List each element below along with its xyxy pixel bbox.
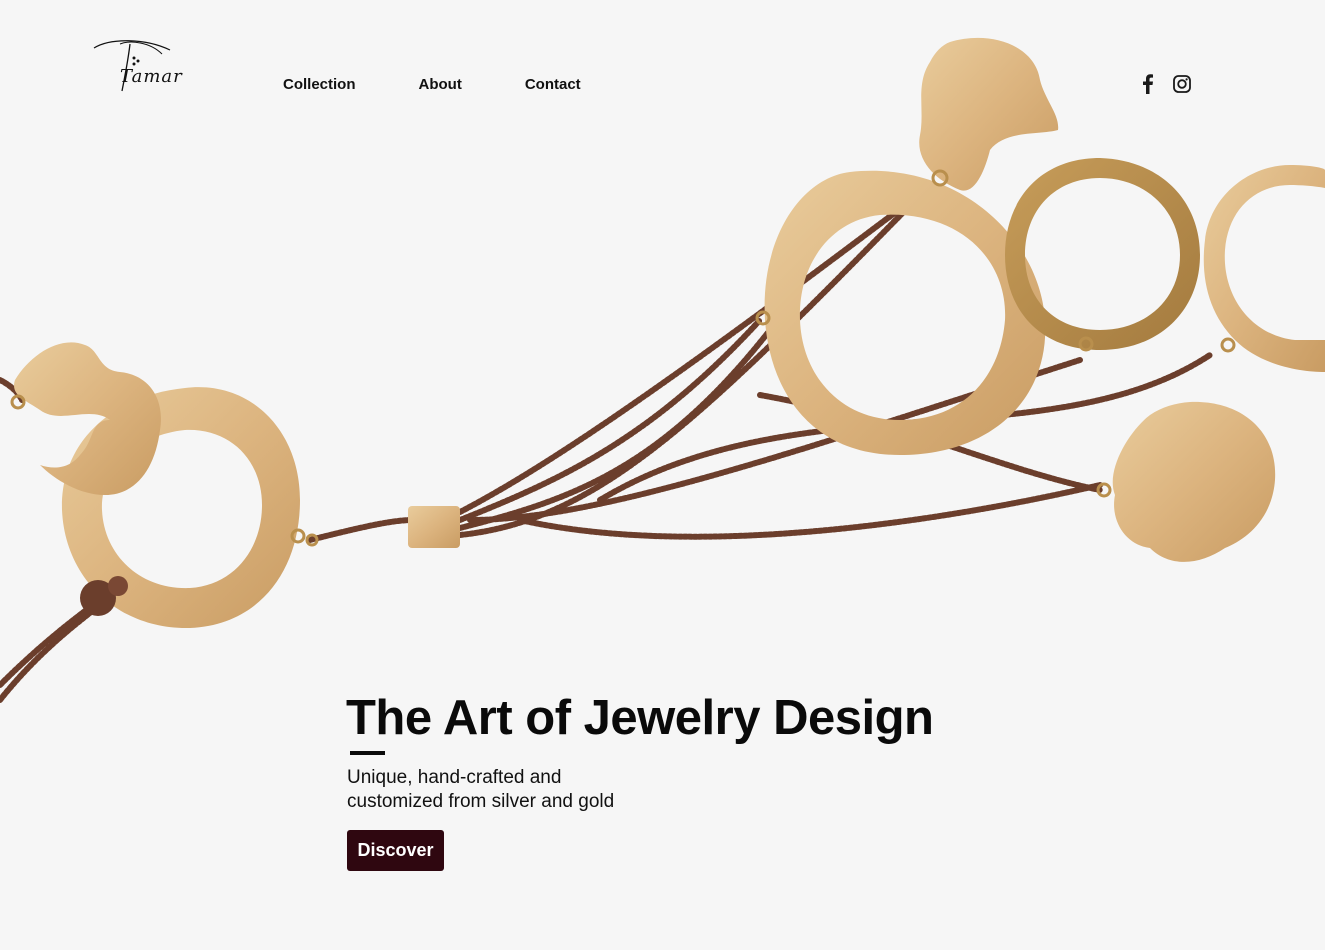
nav-collection[interactable]: Collection (283, 75, 356, 95)
nav-about[interactable]: About (419, 75, 462, 95)
logo-text: Tamar (120, 66, 183, 87)
discover-button[interactable]: Discover (347, 830, 444, 871)
hero-title: The Art of Jewelry Design (346, 691, 934, 745)
social-links (1138, 73, 1192, 95)
hero-subtitle-line2: customized from silver and gold (347, 791, 615, 812)
main-nav: Collection About Contact (283, 75, 644, 95)
instagram-icon (1173, 75, 1191, 93)
instagram-link[interactable] (1172, 73, 1192, 95)
facebook-link[interactable] (1138, 73, 1158, 95)
nav-contact[interactable]: Contact (525, 75, 581, 95)
facebook-icon (1143, 74, 1153, 94)
page: Tamar Collection About Contact The Art o… (0, 0, 1325, 950)
hero-subtitle: Unique, hand-crafted and customized from… (347, 766, 614, 814)
logo[interactable]: Tamar (90, 36, 186, 96)
hero-subtitle-line1: Unique, hand-crafted and (347, 767, 562, 788)
title-underline (350, 751, 385, 755)
hero-necklace-image (0, 37, 1325, 703)
